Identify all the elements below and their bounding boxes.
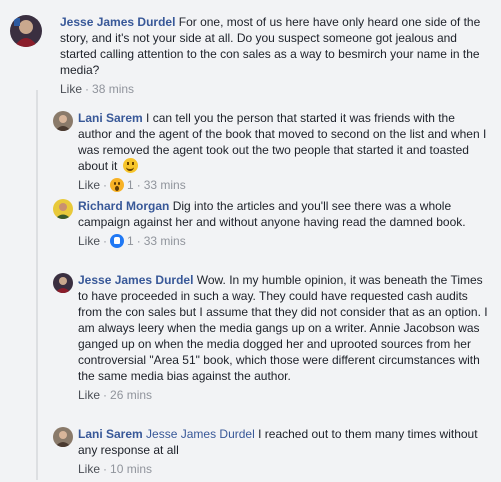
like-reaction-icon[interactable] [110,234,125,248]
like-button[interactable]: Like [60,82,82,96]
avatar[interactable] [53,199,73,219]
avatar[interactable] [53,111,73,131]
timestamp[interactable]: 33 mins [144,234,186,248]
comment-actions: Like · 38 mins [60,82,135,96]
avatar[interactable] [10,15,42,47]
reaction-count[interactable]: 1 [127,178,134,192]
comment-text: Jesse James Durdel For one, most of us h… [60,15,481,77]
mention-link[interactable]: Jesse James Durdel [146,427,255,441]
wow-reaction-icon[interactable] [110,178,125,192]
comment-text: Lani Sarem I can tell you the person tha… [78,111,487,173]
comment-actions: Like · 1 · 33 mins [78,234,186,248]
reaction-count[interactable]: 1 [127,234,134,248]
comment-actions: Like · 10 mins [78,462,153,476]
like-button[interactable]: Like [78,388,100,402]
comment-text: Richard Morgan Dig into the articles and… [78,199,466,229]
author-name[interactable]: Jesse James Durdel [78,273,193,287]
timestamp[interactable]: 33 mins [144,178,186,192]
like-button[interactable]: Like [78,178,100,192]
like-button[interactable]: Like [78,462,100,476]
comment-text: Jesse James Durdel Wow. In my humble opi… [78,273,488,383]
author-name[interactable]: Richard Morgan [78,199,169,213]
avatar[interactable] [53,273,73,293]
comment-actions: Like · 1 · 33 mins [78,178,186,192]
smiling-face-emoji-icon [122,158,138,173]
author-name[interactable]: Jesse James Durdel [60,15,175,29]
like-button[interactable]: Like [78,234,100,248]
comment-actions: Like · 26 mins [78,388,153,402]
avatar[interactable] [53,427,73,447]
comment-text: Lani Sarem Jesse James Durdel I reached … [78,427,478,457]
timestamp[interactable]: 10 mins [110,462,152,476]
author-name[interactable]: Lani Sarem [78,111,143,125]
timestamp[interactable]: 26 mins [110,388,152,402]
author-name[interactable]: Lani Sarem [78,427,143,441]
timestamp[interactable]: 38 mins [92,82,134,96]
thread-line [36,90,38,480]
